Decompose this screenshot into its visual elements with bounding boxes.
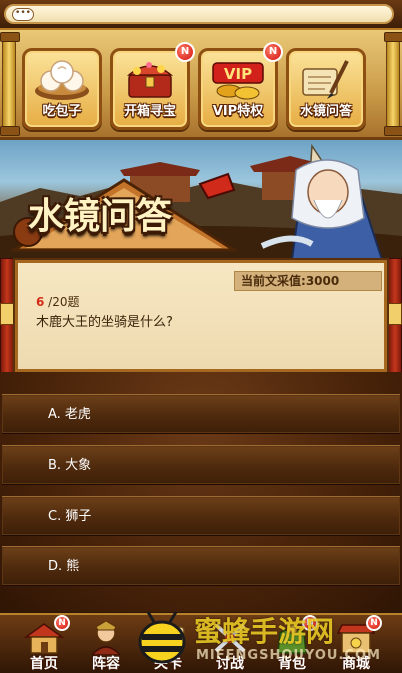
vip-coins-icon: VIP: [212, 62, 264, 100]
nav-label: 关卡: [154, 656, 182, 672]
nav-bag[interactable]: 背包 N: [264, 615, 320, 673]
menu-item-label: VIP特权: [212, 104, 264, 119]
question-total: /20题: [44, 295, 80, 309]
new-badge: N: [263, 42, 283, 62]
score-display: 当前文采值:3000: [234, 271, 382, 291]
menu-item-treasure[interactable]: 开箱寻宝 N: [110, 42, 195, 130]
new-badge: N: [54, 615, 70, 631]
menu-item-vip[interactable]: VIP VIP特权 N: [198, 42, 283, 130]
answer-option-a[interactable]: A. 老虎: [2, 394, 400, 434]
map-icon: [151, 626, 185, 652]
nav-stage[interactable]: 关卡: [140, 619, 196, 673]
banner-title: 水镜问答: [28, 196, 173, 237]
menu-item-label: 吃包子: [42, 104, 82, 119]
menu-item-eat-buns[interactable]: 吃包子: [22, 48, 102, 130]
score-label: 当前文采值:: [241, 274, 306, 288]
activity-menu: 吃包子 开箱寻宝 N VIP VIP特权 N 水镜问答: [0, 30, 402, 140]
treasure-chest-icon: [126, 62, 174, 98]
nav-label: 阵容: [92, 656, 120, 672]
pillar-ornament: [0, 32, 20, 136]
nav-label: 讨战: [216, 656, 244, 672]
bottom-nav: 首页 N 阵容 关卡 讨战 背包 N 商城 N: [0, 613, 402, 673]
new-badge: N: [302, 615, 318, 631]
nav-label: 首页: [30, 656, 58, 672]
new-badge: N: [366, 615, 382, 631]
answer-text: C. 狮子: [48, 509, 92, 524]
score-value: 3000: [305, 274, 340, 288]
question-progress: 6 /20题: [36, 293, 80, 311]
steamed-buns-icon: [35, 60, 89, 100]
answer-option-d[interactable]: D. 熊: [2, 546, 400, 586]
question-panel: 当前文采值:3000 6 /20题 木鹿大王的坐骑是什么?: [15, 260, 387, 372]
nav-label: 商城: [342, 656, 370, 672]
quiz-banner: 水镜问答: [0, 140, 402, 260]
chat-input[interactable]: •••: [4, 4, 394, 24]
nav-label: 背包: [278, 656, 306, 672]
chat-bar: •••: [0, 0, 402, 30]
answer-text: B. 大象: [48, 458, 92, 473]
answer-text: A. 老虎: [48, 407, 91, 422]
nav-shop[interactable]: 商城 N: [328, 615, 384, 673]
menu-item-label: 开箱寻宝: [123, 104, 176, 119]
panel-post: [0, 258, 14, 374]
answer-option-b[interactable]: B. 大象: [2, 445, 400, 485]
nav-lineup[interactable]: 阵容: [78, 619, 134, 673]
nav-battle[interactable]: 讨战: [202, 619, 258, 673]
panel-post: [388, 258, 402, 374]
menu-item-quiz[interactable]: 水镜问答: [286, 48, 366, 130]
warrior-icon: [91, 621, 121, 655]
answers-area: A. 老虎 B. 大象 C. 狮子 D. 熊: [0, 372, 402, 612]
answer-text: D. 熊: [48, 559, 80, 574]
pillar-ornament: [384, 32, 402, 136]
new-badge: N: [175, 42, 195, 62]
scroll-brush-icon: [302, 60, 349, 99]
sage-character: [260, 143, 384, 260]
question-text: 木鹿大王的坐骑是什么?: [36, 315, 173, 330]
menu-item-label: 水镜问答: [299, 104, 352, 119]
svg-text:VIP: VIP: [224, 65, 252, 83]
nav-home[interactable]: 首页 N: [16, 615, 72, 673]
answer-option-c[interactable]: C. 狮子: [2, 496, 400, 536]
crossed-swords-icon: [214, 623, 246, 653]
speech-bubble-icon: •••: [12, 8, 34, 21]
